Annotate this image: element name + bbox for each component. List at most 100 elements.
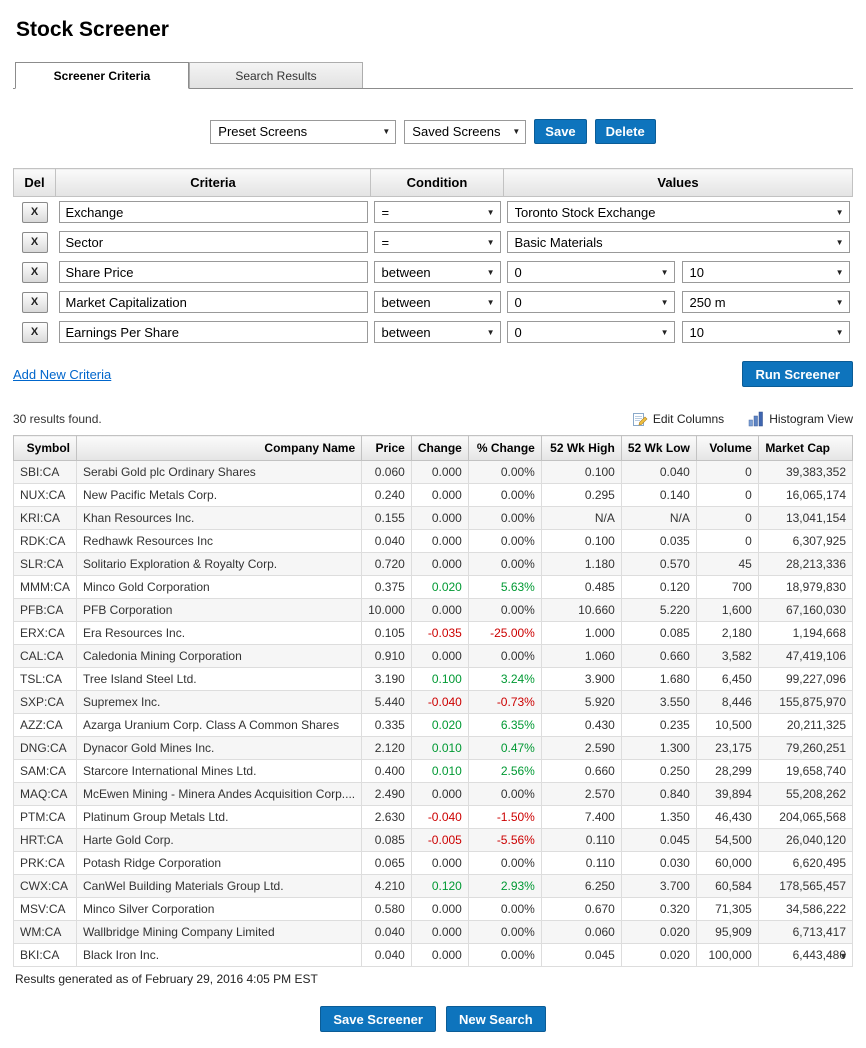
criteria-name-input[interactable]: [59, 321, 368, 343]
cell-price: 0.240: [362, 484, 412, 507]
cell-low: 0.660: [621, 645, 696, 668]
cell-pct-change: 5.63%: [468, 576, 541, 599]
results-header-52wk-low[interactable]: 52 Wk Low: [621, 436, 696, 461]
cell-low: 0.020: [621, 921, 696, 944]
save-screener-button[interactable]: Save Screener: [320, 1006, 436, 1032]
cell-high: 2.570: [541, 783, 621, 806]
cell-symbol: SAM:CA: [14, 760, 77, 783]
criteria-name-input[interactable]: [59, 261, 368, 283]
cell-high: N/A: [541, 507, 621, 530]
cell-pct-change: 0.00%: [468, 530, 541, 553]
edit-columns-icon: [632, 411, 648, 427]
results-generated-text: Results generated as of February 29, 201…: [15, 972, 853, 986]
results-header-price[interactable]: Price: [362, 436, 412, 461]
value-select[interactable]: Basic Materials▼: [507, 231, 850, 253]
add-new-criteria-link[interactable]: Add New Criteria: [13, 367, 111, 382]
cell-company: Azarga Uranium Corp. Class A Common Shar…: [77, 714, 362, 737]
cell-high: 0.110: [541, 829, 621, 852]
value-select[interactable]: 10▼: [682, 321, 850, 343]
cell-pct-change: -5.56%: [468, 829, 541, 852]
cell-low: 0.035: [621, 530, 696, 553]
tab-screener-criteria[interactable]: Screener Criteria: [15, 62, 189, 89]
saved-screens-select[interactable]: Saved Screens ▼: [404, 120, 526, 144]
cell-change: -0.005: [411, 829, 468, 852]
value-select[interactable]: 0▼: [507, 261, 675, 283]
delete-criteria-button[interactable]: X: [22, 262, 48, 283]
delete-button[interactable]: Delete: [595, 119, 656, 144]
criteria-name-input[interactable]: [59, 231, 368, 253]
results-header-market-cap[interactable]: Market Cap: [758, 436, 852, 461]
results-row: RDK:CARedhawk Resources Inc0.0400.0000.0…: [14, 530, 853, 553]
run-screener-button[interactable]: Run Screener: [742, 361, 853, 387]
scroll-down-button[interactable]: ▼: [836, 949, 851, 964]
condition-select[interactable]: between▼: [374, 321, 501, 343]
cell-company: Redhawk Resources Inc: [77, 530, 362, 553]
condition-select[interactable]: =▼: [374, 201, 501, 223]
criteria-name-input[interactable]: [59, 201, 368, 223]
cell-volume: 3,582: [696, 645, 758, 668]
cell-pct-change: 0.00%: [468, 461, 541, 484]
delete-criteria-button[interactable]: X: [22, 232, 48, 253]
results-header-52wk-high[interactable]: 52 Wk High: [541, 436, 621, 461]
cell-company: Minco Gold Corporation: [77, 576, 362, 599]
cell-volume: 0: [696, 507, 758, 530]
results-row: SBI:CASerabi Gold plc Ordinary Shares0.0…: [14, 461, 853, 484]
value-select[interactable]: 0▼: [507, 291, 675, 313]
cell-pct-change: 0.00%: [468, 852, 541, 875]
cell-market-cap: 99,227,096: [758, 668, 852, 691]
cell-market-cap: 26,040,120: [758, 829, 852, 852]
delete-criteria-button[interactable]: X: [22, 202, 48, 223]
preset-screens-select[interactable]: Preset Screens ▼: [210, 120, 396, 144]
save-button[interactable]: Save: [534, 119, 586, 144]
cell-high: 0.100: [541, 461, 621, 484]
cell-market-cap: 28,213,336: [758, 553, 852, 576]
results-row: NUX:CANew Pacific Metals Corp.0.2400.000…: [14, 484, 853, 507]
cell-market-cap: 1,194,668: [758, 622, 852, 645]
results-header-change[interactable]: Change: [411, 436, 468, 461]
cell-volume: 1,600: [696, 599, 758, 622]
condition-select[interactable]: between▼: [374, 261, 501, 283]
results-header-symbol[interactable]: Symbol: [14, 436, 77, 461]
criteria-header-criteria: Criteria: [56, 169, 371, 197]
value-select[interactable]: 0▼: [507, 321, 675, 343]
scroll-down-icon: ▼: [839, 951, 848, 961]
chevron-down-icon: ▼: [382, 127, 390, 136]
cell-pct-change: 0.47%: [468, 737, 541, 760]
delete-criteria-button[interactable]: X: [22, 322, 48, 343]
condition-select[interactable]: between▼: [374, 291, 501, 313]
histogram-view-button[interactable]: Histogram View: [748, 411, 853, 427]
cell-low: N/A: [621, 507, 696, 530]
cell-symbol: RDK:CA: [14, 530, 77, 553]
cell-symbol: TSL:CA: [14, 668, 77, 691]
chevron-down-icon: ▼: [836, 238, 844, 247]
value-select[interactable]: Toronto Stock Exchange▼: [507, 201, 850, 223]
results-count: 30 results found.: [13, 412, 102, 426]
cell-market-cap: 204,065,568: [758, 806, 852, 829]
cell-price: 0.105: [362, 622, 412, 645]
cell-volume: 45: [696, 553, 758, 576]
results-header-volume[interactable]: Volume: [696, 436, 758, 461]
cell-price: 0.580: [362, 898, 412, 921]
preset-screens-label: Preset Screens: [218, 124, 307, 139]
results-row: KRI:CAKhan Resources Inc.0.1550.0000.00%…: [14, 507, 853, 530]
value-select[interactable]: 10▼: [682, 261, 850, 283]
results-header-pct-change[interactable]: % Change: [468, 436, 541, 461]
results-row: SAM:CAStarcore International Mines Ltd.0…: [14, 760, 853, 783]
cell-price: 4.210: [362, 875, 412, 898]
cell-symbol: CWX:CA: [14, 875, 77, 898]
chevron-down-icon: ▼: [836, 328, 844, 337]
results-header-company[interactable]: Company Name: [77, 436, 362, 461]
new-search-button[interactable]: New Search: [446, 1006, 546, 1032]
edit-columns-button[interactable]: Edit Columns: [632, 411, 724, 427]
tab-search-results[interactable]: Search Results: [189, 62, 363, 88]
criteria-name-input[interactable]: [59, 291, 368, 313]
delete-criteria-button[interactable]: X: [22, 292, 48, 313]
cell-company: Starcore International Mines Ltd.: [77, 760, 362, 783]
cell-symbol: PTM:CA: [14, 806, 77, 829]
results-row: SLR:CASolitario Exploration & Royalty Co…: [14, 553, 853, 576]
cell-market-cap: 20,211,325: [758, 714, 852, 737]
value-select[interactable]: 250 m▼: [682, 291, 850, 313]
condition-select[interactable]: =▼: [374, 231, 501, 253]
chevron-down-icon: ▼: [487, 328, 495, 337]
results-row: WM:CAWallbridge Mining Company Limited0.…: [14, 921, 853, 944]
